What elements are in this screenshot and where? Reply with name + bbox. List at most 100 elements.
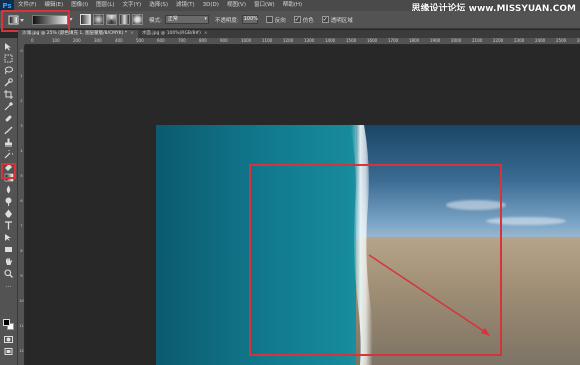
menu-select[interactable]: 选择(S) (145, 0, 172, 11)
quick-select-tool[interactable] (2, 77, 15, 88)
history-brush-icon (4, 150, 13, 159)
eyedropper-tool[interactable] (2, 101, 15, 112)
menu-type[interactable]: 文字(Y) (119, 0, 146, 11)
gradient-tool-highlight (1, 163, 16, 179)
marquee-icon (4, 54, 13, 63)
close-icon[interactable]: × (130, 31, 134, 36)
menu-help[interactable]: 帮助(H) (279, 0, 306, 11)
ruler-tick-label: 1200 (283, 38, 294, 43)
brush-tool[interactable] (2, 125, 15, 136)
ruler-tick-label: 1600 (367, 38, 378, 43)
options-bar: ▾ 模式: 正常 不透明度: 100% 反向 ✓ 仿色 ✓ 透明区域 (0, 11, 580, 29)
zoom-tool[interactable] (2, 268, 15, 279)
ruler-tick-label: 600 (157, 38, 165, 43)
rectangle-tool[interactable] (2, 244, 15, 255)
menu-image[interactable]: 图像(I) (67, 0, 92, 11)
move-tool[interactable] (2, 41, 15, 52)
lasso-icon (5, 66, 13, 75)
screen-mode-button[interactable] (2, 346, 15, 357)
menu-layer[interactable]: 图层(L) (92, 0, 118, 11)
transparency-label: 透明区域 (330, 17, 353, 24)
dither-checkbox[interactable]: ✓ 仿色 (293, 16, 314, 24)
ruler-tick-label: 0 (20, 49, 23, 53)
diamond-gradient-button[interactable] (132, 14, 143, 25)
quick-mask-button[interactable] (2, 334, 15, 345)
ruler-tick-label: 2300 (514, 38, 525, 43)
reverse-checkbox-box[interactable] (265, 16, 273, 23)
document-tab-bar: 沙滩.jpg @ 25% (颜色填充 1, 图层蒙版/8/CMYK) * × 水面… (18, 30, 580, 38)
tab-document-2-label: 水面.jpg @ 100%(RGB/8#) (141, 31, 201, 36)
pen-tool[interactable] (2, 208, 15, 219)
menu-filter[interactable]: 滤镜(T) (172, 0, 199, 11)
ruler-tick-label: 12 (19, 349, 24, 353)
hand-tool[interactable] (2, 256, 15, 267)
healing-brush-tool[interactable] (2, 113, 15, 124)
vertical-ruler[interactable]: 0 1 2 3 4 5 6 7 8 9 10 11 12 (18, 45, 25, 365)
move-icon (5, 43, 11, 51)
menu-window[interactable]: 窗口(W) (250, 0, 279, 11)
reflected-gradient-button[interactable] (119, 14, 130, 25)
angle-gradient-button[interactable] (106, 14, 117, 25)
menu-bar: Ps 文件(F) 编辑(E) 图像(I) 图层(L) 文字(Y) 选择(S) 滤… (0, 0, 580, 14)
ruler-tick-label: 400 (115, 38, 123, 43)
ruler-tick-label: 1900 (430, 38, 441, 43)
history-brush-tool[interactable] (2, 149, 15, 160)
crop-icon (4, 90, 13, 99)
transparency-checkbox[interactable]: ✓ 透明区域 (321, 16, 353, 24)
ruler-tick-label: 2000 (451, 38, 462, 43)
ruler-tick-label: 3 (20, 124, 23, 128)
ruler-tick-label: 100 (52, 38, 60, 43)
reverse-label: 反向 (274, 17, 286, 24)
ruler-tick-label: 2200 (493, 38, 504, 43)
transparency-checkbox-box[interactable]: ✓ (321, 16, 329, 23)
ruler-tick-label: 800 (199, 38, 207, 43)
type-tool[interactable] (2, 220, 15, 231)
ruler-tick-label: 5 (20, 174, 23, 178)
dither-label: 仿色 (302, 17, 314, 24)
hand-icon (6, 258, 12, 265)
screen-mode-icon (4, 348, 13, 355)
quick-mask-icon (4, 336, 13, 343)
menu-3d[interactable]: 3D(D) (199, 0, 223, 11)
blur-tool[interactable] (2, 184, 15, 195)
ruler-tick-label: 9 (20, 274, 23, 278)
ruler-tick-label: 2 (20, 99, 23, 103)
gradient-options-highlight (1, 10, 70, 32)
tab-document-2[interactable]: 水面.jpg @ 100%(RGB/8#) × (138, 30, 212, 38)
menu-view[interactable]: 视图(V) (223, 0, 250, 11)
close-icon[interactable]: × (204, 31, 208, 36)
ruler-tick-label: 8 (20, 249, 23, 253)
linear-gradient-button[interactable] (80, 14, 91, 25)
rectangle-icon (5, 247, 12, 252)
foreground-color-swatch[interactable] (3, 319, 10, 326)
ruler-origin[interactable] (18, 38, 25, 45)
clone-stamp-tool[interactable] (2, 137, 15, 148)
ruler-tick-label: 1400 (325, 38, 336, 43)
healing-brush-icon (5, 115, 12, 122)
ruler-tick-label: 0 (31, 38, 34, 43)
marquee-tool[interactable] (2, 53, 15, 64)
mode-label: 模式: (149, 17, 162, 24)
reverse-checkbox[interactable]: 反向 (265, 16, 286, 24)
crop-tool[interactable] (2, 89, 15, 100)
opacity-input[interactable]: 100% (241, 15, 258, 24)
ruler-tick-label: 1500 (346, 38, 357, 43)
mode-select[interactable]: 正常 (164, 15, 209, 24)
lasso-tool[interactable] (2, 65, 15, 76)
ruler-tick-label: 2400 (535, 38, 546, 43)
horizontal-ruler[interactable]: 0 100 200 300 400 500 600 700 800 900 1000 1100 1200… (25, 38, 580, 45)
more-tools[interactable]: ··· (2, 282, 15, 293)
tools-panel: ··· (0, 38, 18, 365)
path-select-tool[interactable] (2, 232, 15, 243)
ruler-tick-label: 900 (220, 38, 228, 43)
dodge-tool[interactable] (2, 196, 15, 207)
ruler-tick-label: 700 (178, 38, 186, 43)
path-select-icon (5, 234, 11, 241)
dodge-icon (5, 197, 12, 206)
ruler-tick-label: 4 (20, 149, 23, 153)
dither-checkbox-box[interactable]: ✓ (293, 16, 301, 23)
tab-document-1[interactable]: 沙滩.jpg @ 25% (颜色填充 1, 图层蒙版/8/CMYK) * × (18, 30, 138, 38)
radial-gradient-button[interactable] (93, 14, 104, 25)
ruler-tick-label: 1000 (241, 38, 252, 43)
type-icon (5, 221, 12, 230)
